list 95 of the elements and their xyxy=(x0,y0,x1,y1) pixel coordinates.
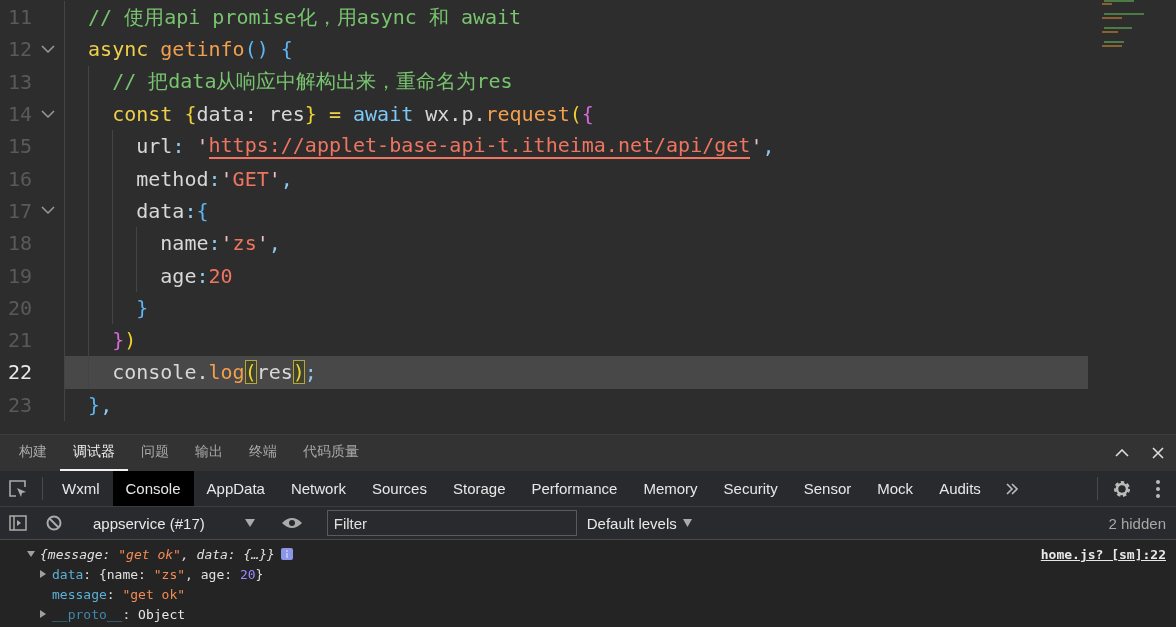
code-token: } xyxy=(87,392,101,417)
property-line: data: {name: "zs", age: 20} xyxy=(52,566,264,582)
close-icon[interactable] xyxy=(1152,447,1164,459)
code-token: request xyxy=(485,102,570,127)
devtools-tab[interactable]: Audits xyxy=(926,471,994,506)
code-token: , xyxy=(100,392,113,417)
log-summary[interactable]: {message: "get ok", data: {…}} xyxy=(40,546,275,562)
devtools-tab[interactable]: Mock xyxy=(864,471,927,506)
devtools-tab[interactable]: Storage xyxy=(439,471,519,506)
line-number: 22 xyxy=(6,360,32,385)
sidebar-toggle-icon[interactable] xyxy=(9,515,27,531)
devtools-tab[interactable]: Memory xyxy=(630,471,711,506)
panel-tab[interactable]: 终端 xyxy=(236,435,290,471)
kebab-menu-icon[interactable] xyxy=(1156,479,1160,498)
code-token: method xyxy=(135,166,209,191)
code-token: age xyxy=(159,263,197,288)
source-link[interactable]: home.js? [sm]:22 xyxy=(1040,546,1166,562)
code-token: name xyxy=(159,231,209,256)
code-token: : xyxy=(208,231,221,256)
code-token: ) xyxy=(124,328,137,353)
code-token: await xyxy=(353,102,414,127)
code-token: data xyxy=(135,198,185,223)
code-token: () { xyxy=(244,37,293,62)
fold-chevron-icon[interactable] xyxy=(41,44,55,54)
code-token: GET xyxy=(232,166,269,191)
caret-icon xyxy=(244,519,255,527)
filter-field[interactable]: Filter xyxy=(326,510,577,536)
code-token: ( xyxy=(244,360,257,385)
devtools-tab[interactable]: AppData xyxy=(193,471,278,506)
chevron-up-icon[interactable] xyxy=(1115,449,1129,457)
fold-chevron-icon[interactable] xyxy=(41,206,55,216)
code-token: { xyxy=(581,102,594,127)
devtools-tab[interactable]: Sensor xyxy=(790,471,865,506)
devtools-tab[interactable]: Security xyxy=(710,471,791,506)
code-token: ' xyxy=(268,166,281,191)
code-token: : xyxy=(196,263,209,288)
code-token: ' xyxy=(750,134,763,159)
code-token: url xyxy=(135,134,173,159)
code-token: : xyxy=(172,134,186,159)
more-tabs-icon[interactable] xyxy=(1004,482,1019,495)
code-token: getinfo xyxy=(160,37,245,62)
code-token: https://applet-base-api-t.itheima.net/api/get xyxy=(208,133,751,160)
code-token: = xyxy=(327,102,342,127)
panel-tab[interactable]: 构建 xyxy=(6,435,60,471)
code-token: : xyxy=(184,198,197,223)
levels-dropdown[interactable]: Default levels xyxy=(586,514,692,532)
panel-tab[interactable]: 问题 xyxy=(128,435,182,471)
eye-icon[interactable] xyxy=(281,517,302,529)
devtools-tab[interactable]: Sources xyxy=(358,471,440,506)
property-line: message: "get ok" xyxy=(52,586,186,602)
code-token: zs xyxy=(232,231,257,256)
clear-console-icon[interactable] xyxy=(46,515,62,531)
code-token: } xyxy=(304,102,317,127)
code-token: ' xyxy=(220,166,233,191)
hidden-count: 2 hidden xyxy=(1108,514,1166,532)
code-token: , xyxy=(762,134,775,159)
devtools-tab[interactable]: Network xyxy=(277,471,359,506)
code-token: ) xyxy=(292,360,305,385)
code-token: } xyxy=(111,328,125,353)
fold-chevron-icon[interactable] xyxy=(41,109,55,119)
code-token: , xyxy=(268,231,281,256)
code-token: async xyxy=(87,37,150,62)
expand-triangle-icon[interactable] xyxy=(38,609,48,619)
panel-tab[interactable]: 代码质量 xyxy=(290,435,372,471)
code-token: : xyxy=(208,166,221,191)
code-token: , xyxy=(280,166,293,191)
caret-icon xyxy=(682,519,692,527)
code-token: { xyxy=(184,102,197,127)
expand-triangle-icon[interactable] xyxy=(38,569,48,579)
panel-tab[interactable]: 输出 xyxy=(182,435,236,471)
code-token: ' xyxy=(220,231,233,256)
devtools-tab[interactable]: Performance xyxy=(518,471,631,506)
code-token: ( xyxy=(569,102,582,127)
devtools-tab[interactable]: Console xyxy=(112,471,194,506)
code-token: ' xyxy=(196,134,209,159)
code-token: log xyxy=(208,360,245,385)
property-line: __proto__: Object xyxy=(52,606,186,622)
code-token: console. xyxy=(111,360,209,385)
code-token: // 使用api promise化，用async 和 await xyxy=(87,3,522,31)
inspect-cursor-icon[interactable] xyxy=(8,478,28,499)
code-token: // 把data从响应中解构出来，重命名为res xyxy=(111,68,513,96)
context-select[interactable]: appservice (#17) xyxy=(85,514,261,532)
code-token: } xyxy=(135,295,149,320)
code-token: 20 xyxy=(208,263,233,288)
code-token: data: res xyxy=(196,102,305,127)
devtools-tab[interactable]: Wxml xyxy=(49,471,113,506)
expand-triangle-icon[interactable] xyxy=(26,549,36,559)
info-icon[interactable] xyxy=(280,548,293,560)
code-token: wx.p. xyxy=(424,102,486,127)
code-token: ' xyxy=(256,231,269,256)
settings-icon[interactable] xyxy=(1112,478,1132,499)
code-token: res xyxy=(256,360,293,385)
code-token: const xyxy=(111,102,174,127)
code-token: ; xyxy=(304,360,317,385)
code-token: { xyxy=(196,198,209,223)
